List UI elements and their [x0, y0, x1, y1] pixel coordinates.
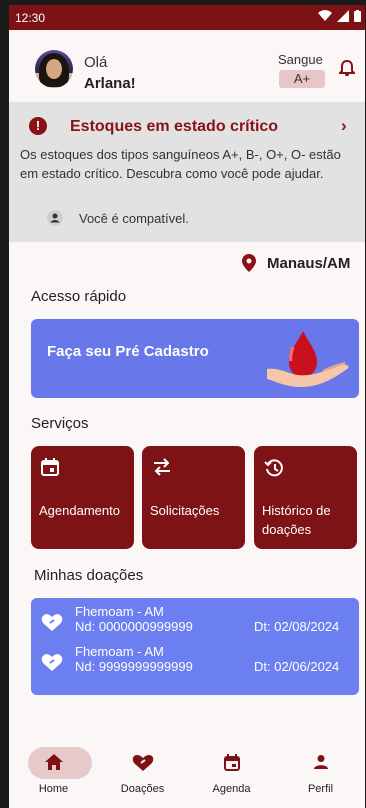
pre-register-card[interactable]: Faça seu Pré Cadastro [31, 319, 359, 398]
donation-place: Fhemoam - AM [75, 644, 164, 659]
nav-label: Perfil [307, 783, 334, 795]
donation-date: Dt: 02/08/2024 [254, 619, 340, 634]
app-screen: 12:30 Olá Arlana! Sangue A+ ! Estoques e… [9, 5, 365, 808]
blood-type-label: Sangue [278, 52, 323, 67]
nav-profile[interactable]: Perfil [276, 735, 365, 808]
avatar[interactable] [35, 50, 73, 88]
service-label: Solicitações [150, 503, 220, 518]
service-label: Agendamento [39, 503, 120, 518]
location-pin-icon [242, 254, 256, 272]
nav-donations[interactable]: Doações [98, 735, 187, 808]
quick-access-title: Acesso rápido [31, 288, 127, 305]
person-icon [47, 210, 63, 226]
compat-text: Você é compatível. [79, 211, 189, 226]
status-time: 12:30 [15, 11, 46, 25]
donation-place: Fhemoam - AM [75, 604, 164, 619]
nav-label: Home [38, 783, 69, 795]
nav-label: Doações [120, 783, 165, 795]
history-icon [264, 459, 283, 477]
home-icon [44, 754, 63, 770]
heart-hand-icon [41, 614, 63, 631]
pre-register-label: Faça seu Pré Cadastro [47, 343, 209, 360]
alert-message: Os estoques dos tipos sanguíneos A+, B-,… [20, 147, 341, 181]
service-label: Histórico de doações [262, 503, 331, 537]
donation-number: Nd: 0000000999999 [75, 619, 193, 634]
service-scheduling-button[interactable]: Agendamento [31, 446, 134, 549]
bottom-navigation: Home Doações Agenda Perfil [9, 735, 365, 808]
avatar-face [46, 59, 62, 79]
signal-icon [337, 10, 349, 22]
calendar-icon [41, 458, 59, 476]
nav-agenda[interactable]: Agenda [187, 735, 276, 808]
nav-home[interactable]: Home [9, 735, 98, 808]
donation-item[interactable]: Fhemoam - AM Nd: 0000000999999 Dt: 02/08… [31, 601, 359, 641]
blood-type-badge: A+ [279, 70, 325, 88]
calendar-icon [223, 754, 240, 771]
chevron-right-icon[interactable]: › [341, 116, 347, 136]
user-name: Arlana! [84, 75, 136, 92]
donations-list: Fhemoam - AM Nd: 0000000999999 Dt: 02/08… [31, 598, 359, 695]
greeting-text: Olá [84, 54, 108, 71]
critical-stock-alert[interactable]: ! Estoques em estado crítico › Os estoqu… [9, 102, 365, 242]
alert-title: Estoques em estado crítico [70, 118, 279, 135]
donation-date: Dt: 02/06/2024 [254, 659, 340, 674]
bell-icon[interactable] [339, 59, 355, 77]
blood-drop-hand-icon [267, 331, 349, 387]
status-icons [318, 10, 361, 22]
heart-hand-icon [132, 754, 153, 771]
donation-number: Nd: 9999999999999 [75, 659, 193, 674]
wifi-icon [318, 10, 332, 21]
heart-hand-icon [41, 654, 63, 671]
service-history-button[interactable]: Histórico de doações [254, 446, 357, 549]
donation-item[interactable]: Fhemoam - AM Nd: 9999999999999 Dt: 02/06… [31, 641, 359, 681]
swap-icon [154, 458, 170, 476]
info-icon: ! [29, 117, 47, 135]
person-icon [313, 755, 328, 769]
status-bar: 12:30 [9, 5, 365, 30]
nav-label: Agenda [212, 783, 251, 795]
service-requests-button[interactable]: Solicitações [142, 446, 245, 549]
donations-title: Minhas doações [34, 567, 144, 584]
location-text[interactable]: Manaus/AM [267, 255, 350, 272]
header: Olá Arlana! Sangue A+ [9, 30, 365, 102]
battery-icon [354, 10, 361, 22]
services-title: Serviços [31, 415, 89, 432]
